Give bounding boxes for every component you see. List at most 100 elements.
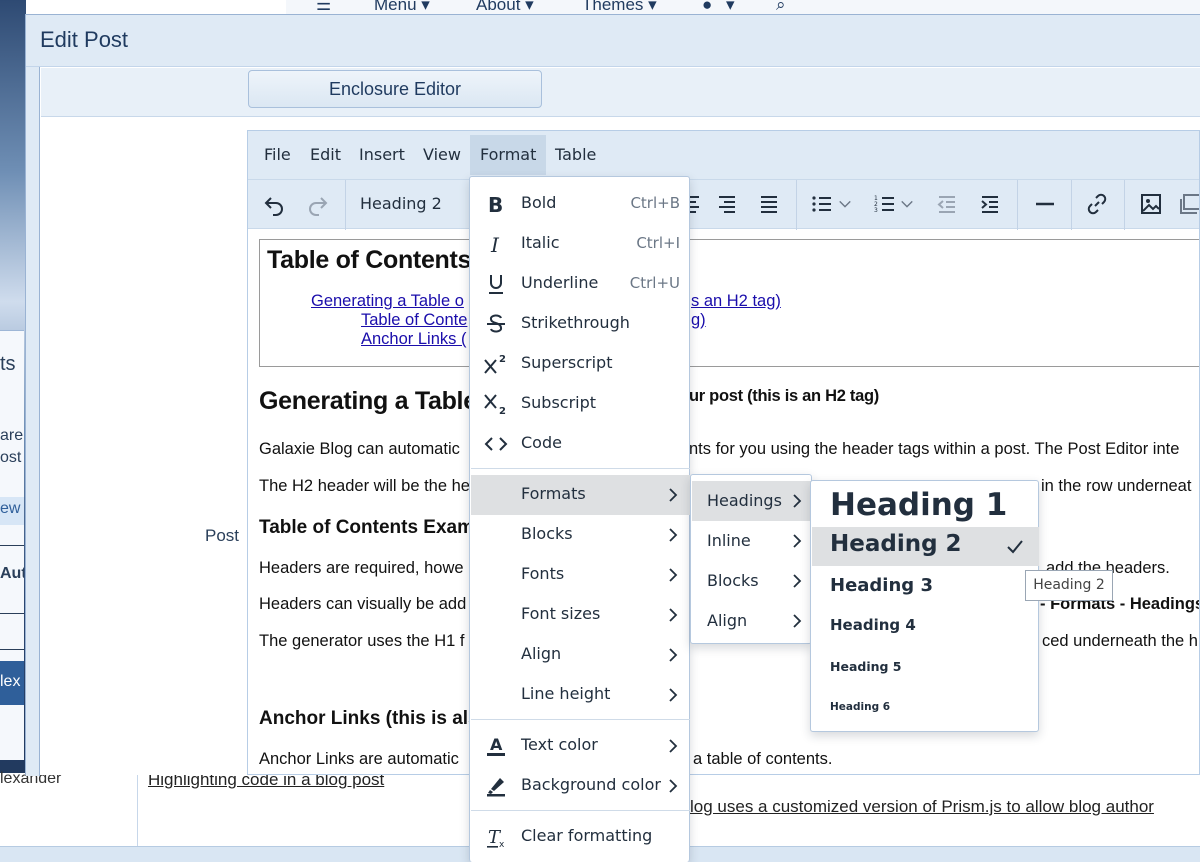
- nav-menu[interactable]: Menu ▾: [374, 0, 430, 14]
- bg-divider: [0, 649, 24, 650]
- toc-link[interactable]: Generating a Table o: [311, 292, 464, 311]
- menu-item-label: Heading 4: [830, 616, 916, 634]
- search-icon[interactable]: ⌕: [776, 0, 786, 14]
- menu-item-shortcut: Ctrl+I: [636, 234, 680, 252]
- background-left-panel: ts are ost ew l Aut lex: [0, 330, 24, 760]
- chevron-right-icon: [669, 608, 678, 622]
- menu-item-superscript[interactable]: 2 Superscript: [471, 344, 690, 384]
- chevron-right-icon: [669, 528, 678, 542]
- chevron-down-icon[interactable]: [837, 187, 853, 221]
- indent-icon[interactable]: [973, 187, 1007, 221]
- menu-item-blocks[interactable]: Blocks: [471, 515, 690, 555]
- block-format-select[interactable]: Heading 2: [360, 194, 442, 213]
- svg-text:A: A: [490, 735, 503, 754]
- submenu-item-headings[interactable]: Headings: [692, 481, 812, 521]
- nav-about[interactable]: About ▾: [476, 0, 534, 14]
- menu-item-font-sizes[interactable]: Font sizes: [471, 595, 690, 635]
- toc-link[interactable]: g): [691, 311, 706, 330]
- submenu-item-blocks[interactable]: Blocks: [692, 561, 812, 601]
- menu-item-label: Text color: [521, 735, 598, 754]
- submenu-item-align[interactable]: Align: [692, 601, 812, 641]
- text-color-icon: A: [483, 733, 509, 759]
- heading-6-option[interactable]: Heading 6: [812, 687, 1039, 727]
- content-heading-2: ur post (this is an H2 tag): [689, 387, 879, 405]
- menu-item-clear-formatting[interactable]: Tx Clear formatting: [471, 817, 690, 857]
- menu-item-strikethrough[interactable]: Strikethrough: [471, 304, 690, 344]
- menu-format[interactable]: Format: [470, 135, 547, 175]
- menu-view[interactable]: View: [413, 135, 471, 175]
- menu-item-label: Heading 3: [830, 575, 933, 596]
- chevron-right-icon: [793, 494, 802, 508]
- rich-text-editor: File Edit Insert View Format Table Headi…: [247, 130, 1200, 775]
- menu-item-label: Superscript: [521, 353, 613, 372]
- link-icon[interactable]: [1080, 187, 1114, 221]
- strikethrough-icon: [483, 311, 509, 337]
- bg-blue-button: lex: [0, 661, 24, 705]
- numbered-list-icon[interactable]: 123: [868, 187, 902, 221]
- redo-icon[interactable]: [301, 187, 335, 221]
- align-right-icon[interactable]: [710, 187, 744, 221]
- user-icon[interactable]: ●: [702, 0, 712, 14]
- enclosure-editor-button[interactable]: Enclosure Editor: [248, 70, 542, 108]
- bg-fragment: ost: [0, 449, 22, 466]
- heading-2-option[interactable]: Heading 2: [812, 527, 1039, 566]
- toolbar-divider: [1017, 180, 1018, 230]
- menu-item-text-color[interactable]: A Text color: [471, 726, 690, 766]
- svg-text:I: I: [490, 233, 500, 256]
- menu-item-code[interactable]: Code: [471, 424, 690, 464]
- heading-4-option[interactable]: Heading 4: [812, 607, 1039, 647]
- menu-item-label: Italic: [521, 233, 560, 252]
- post-field-label: Post: [205, 526, 240, 545]
- bg-fragment: are: [0, 427, 24, 444]
- menu-table[interactable]: Table: [545, 135, 606, 175]
- menu-item-line-height[interactable]: Line height: [471, 675, 690, 715]
- content-paragraph: Headers can visually be add: [259, 595, 467, 613]
- menu-item-label: Background color: [521, 775, 661, 794]
- horizontal-line-icon[interactable]: [1028, 187, 1062, 221]
- menu-item-label: Bold: [521, 193, 557, 212]
- menu-item-underline[interactable]: Underline Ctrl+U: [471, 264, 690, 304]
- toc-link[interactable]: Anchor Links (: [361, 330, 466, 349]
- menu-edit[interactable]: Edit: [300, 135, 351, 175]
- menu-file[interactable]: File: [254, 135, 301, 175]
- editor-menubar: File Edit Insert View Format Table: [248, 131, 1199, 179]
- menu-item-align[interactable]: Align: [471, 635, 690, 675]
- chevron-down-icon[interactable]: [899, 187, 915, 221]
- image-icon[interactable]: [1134, 187, 1168, 221]
- bullet-list-icon[interactable]: [805, 187, 839, 221]
- hamburger-icon[interactable]: ☰: [316, 0, 331, 14]
- toc-box: Table of Contents Generating a Table o s…: [259, 239, 1199, 367]
- menu-item-label: Headings: [707, 491, 782, 510]
- menu-item-background-color[interactable]: Background color: [471, 766, 690, 806]
- chevron-right-icon: [669, 779, 678, 793]
- outdent-icon[interactable]: [930, 187, 964, 221]
- menu-item-label: Code: [521, 433, 562, 452]
- dialog-header: Edit Post: [26, 15, 1200, 67]
- toolbar-divider: [1071, 180, 1072, 230]
- menu-item-label: Subscript: [521, 393, 597, 412]
- menu-item-subscript[interactable]: 2 Subscript: [471, 384, 690, 424]
- toc-link[interactable]: s an H2 tag): [691, 292, 781, 311]
- menu-item-label: Formats: [521, 484, 586, 503]
- content-paragraph: in the row underneat: [1041, 477, 1192, 495]
- nav-themes[interactable]: Themes ▾: [582, 0, 657, 14]
- menu-item-fonts[interactable]: Fonts: [471, 555, 690, 595]
- align-justify-icon[interactable]: [752, 187, 786, 221]
- undo-icon[interactable]: [257, 187, 291, 221]
- heading-3-option[interactable]: Heading 3: [812, 567, 1039, 607]
- media-icon[interactable]: [1174, 187, 1199, 221]
- heading-5-option[interactable]: Heading 5: [812, 647, 1039, 687]
- menu-item-formats[interactable]: Formats: [471, 475, 690, 515]
- submenu-item-inline[interactable]: Inline: [692, 521, 812, 561]
- menu-item-italic[interactable]: I Italic Ctrl+I: [471, 224, 690, 264]
- headings-submenu: Heading 1 Heading 2 Heading 3 Heading 4 …: [810, 480, 1039, 732]
- menu-item-label: Underline: [521, 273, 599, 292]
- formats-submenu: Headings Inline Blocks Align: [690, 474, 812, 644]
- heading-1-option[interactable]: Heading 1: [812, 485, 1039, 527]
- menu-item-label: Align: [707, 611, 748, 630]
- menu-insert[interactable]: Insert: [349, 135, 415, 175]
- menu-item-bold[interactable]: B Bold Ctrl+B: [471, 184, 690, 224]
- nav-user-dropdown[interactable]: ▾: [726, 0, 735, 14]
- toc-link[interactable]: Table of Conte: [361, 311, 467, 330]
- menu-item-label: Blocks: [521, 524, 573, 543]
